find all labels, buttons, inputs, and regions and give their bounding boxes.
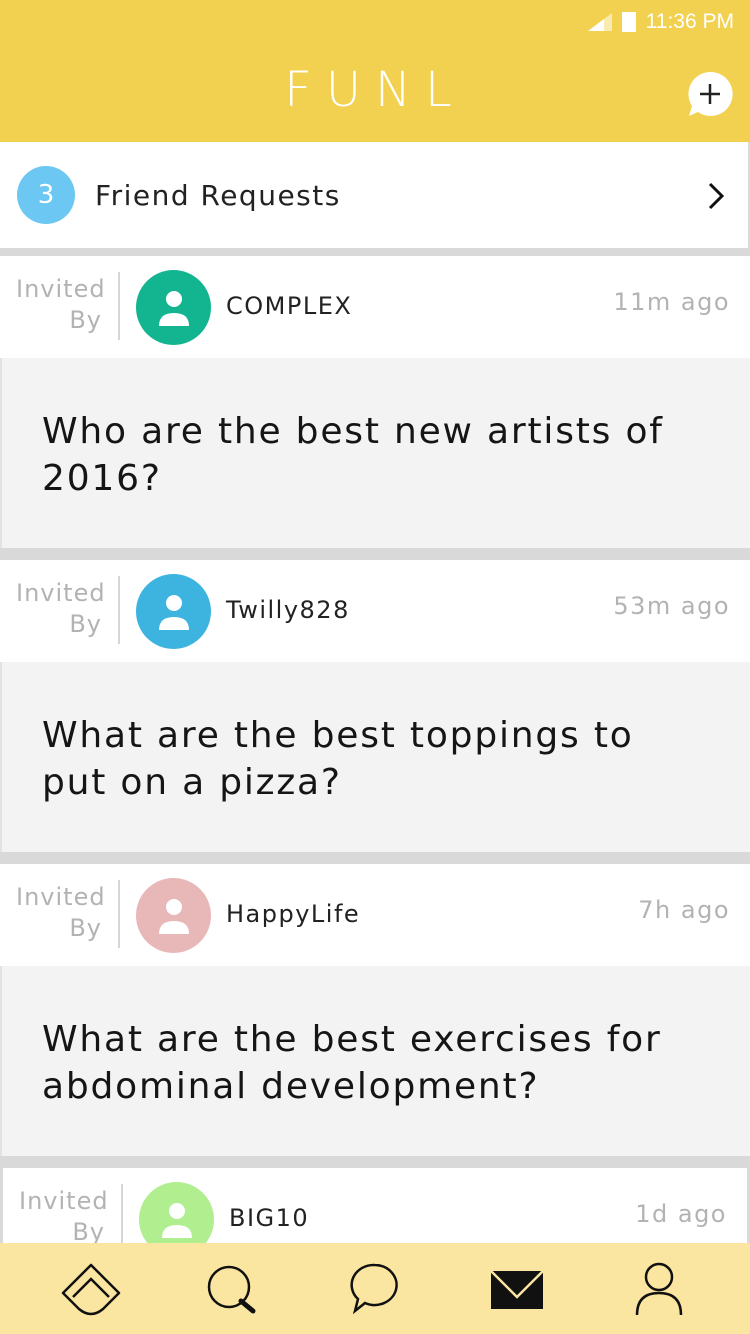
timestamp: 7h ago [638,896,730,924]
question-body[interactable]: What are the best toppings to put on a p… [0,662,750,852]
new-question-button[interactable] [686,70,734,118]
invited-by-label: Invited By [16,275,106,334]
card-header: Invited By HappyLife 7h ago [0,864,750,966]
divider [121,1184,123,1252]
chat-icon [350,1263,398,1314]
avatar[interactable] [136,574,211,649]
timestamp: 11m ago [613,288,730,316]
status-bar: 11:36 PM [587,8,734,36]
nav-mail[interactable] [485,1257,549,1321]
nav-profile[interactable] [627,1257,691,1321]
timestamp: 53m ago [613,592,730,620]
app-header: 11:36 PM FUNL [0,0,750,142]
chevron-right-icon [708,182,725,210]
user-icon [158,290,189,326]
nav-home[interactable] [59,1257,123,1321]
card-header: Invited By COMPLEX 11m ago [0,256,750,358]
user-icon [161,1202,192,1238]
divider [118,880,120,948]
user-icon [158,898,189,934]
signal-icon [587,13,612,31]
question-body[interactable]: What are the best exercises for abdomina… [0,966,750,1156]
invited-by-label: Invited By [16,883,106,942]
username[interactable]: Twilly828 [226,596,350,624]
feed-card[interactable]: Invited By HappyLife 7h ago What are the … [0,864,750,1156]
bottom-nav [0,1243,750,1334]
question-body[interactable]: Who are the best new artists of 2016? [0,358,750,548]
divider [118,272,120,340]
nav-chat[interactable] [343,1257,407,1321]
invited-by-label: Invited By [19,1187,109,1246]
home-icon [61,1263,121,1315]
user-icon [158,594,189,630]
username[interactable]: HappyLife [226,900,360,928]
app-logo: FUNL [284,62,466,118]
nav-search[interactable] [201,1257,265,1321]
timestamp: 1d ago [635,1200,727,1228]
divider [118,576,120,644]
mail-icon [490,1269,544,1309]
question-text: What are the best exercises for abdomina… [42,1019,662,1107]
invited-by-label: Invited By [16,579,106,638]
avatar[interactable] [136,878,211,953]
question-text: Who are the best new artists of 2016? [42,411,664,499]
feed-card[interactable]: Invited By COMPLEX 11m ago Who are the be… [0,256,750,548]
profile-icon [635,1262,683,1315]
battery-icon [621,12,636,32]
friend-requests-label: Friend Requests [95,178,341,212]
search-icon [207,1265,256,1313]
question-text: What are the best toppings to put on a p… [42,715,634,803]
card-header: Invited By Twilly828 53m ago [0,560,750,662]
feed-card[interactable]: Invited By Twilly828 53m ago What are the… [0,560,750,852]
friend-requests-row[interactable]: 3 Friend Requests [0,142,750,248]
username[interactable]: COMPLEX [226,292,352,320]
avatar[interactable] [136,270,211,345]
status-time: 11:36 PM [645,10,734,33]
username[interactable]: BIG10 [229,1204,309,1232]
friend-request-count-badge: 3 [17,166,75,224]
